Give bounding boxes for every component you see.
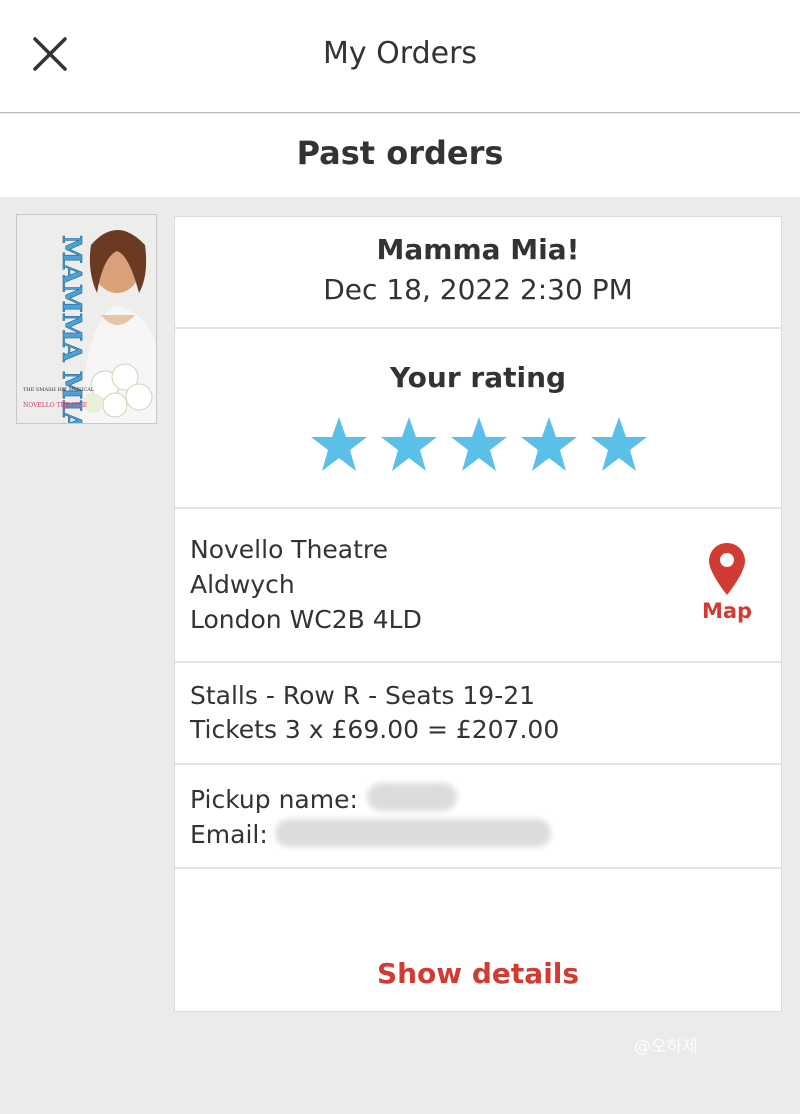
venue-name: Novello Theatre: [190, 535, 389, 564]
poster-subtitle: THE SMASH HIT MUSICAL: [23, 387, 95, 393]
section-title: Past orders: [296, 134, 504, 172]
show-info-section: Mamma Mia! Dec 18, 2022 2:30 PM: [175, 217, 781, 329]
redacted-email: [275, 819, 551, 847]
star-rating[interactable]: [309, 415, 649, 475]
venue-city: London WC2B 4LD: [190, 605, 422, 634]
order-card: Mamma Mia! Dec 18, 2022 2:30 PM Your rat…: [174, 216, 782, 1012]
top-bar: My Orders: [0, 0, 800, 113]
map-pin-icon: [709, 543, 745, 595]
venue-section: Novello Theatre Aldwych London WC2B 4LD …: [175, 509, 781, 663]
redacted-pickup-name: [367, 783, 457, 811]
star-icon[interactable]: [309, 415, 369, 475]
venue-street: Aldwych: [190, 570, 295, 599]
star-icon[interactable]: [449, 415, 509, 475]
show-name: Mamma Mia!: [376, 233, 580, 266]
show-details-button[interactable]: Show details: [175, 957, 781, 990]
star-icon[interactable]: [519, 415, 579, 475]
pickup-name-label: Pickup name:: [190, 785, 358, 814]
ticket-price: Tickets 3 x £69.00 = £207.00: [190, 715, 560, 744]
map-button[interactable]: Map: [695, 543, 759, 633]
section-header: Past orders: [0, 114, 800, 197]
rating-section: Your rating: [175, 329, 781, 509]
seats-section: Stalls - Row R - Seats 19-21 Tickets 3 x…: [175, 663, 781, 765]
star-icon[interactable]: [379, 415, 439, 475]
poster-theatre: NOVELLO THEATRE: [23, 402, 87, 409]
watermark: @오하제: [634, 1037, 698, 1057]
poster-title: MAMMA MIA!: [56, 235, 86, 423]
contact-section: Pickup name: Email:: [175, 765, 781, 869]
rating-label: Your rating: [389, 361, 567, 394]
seat-info: Stalls - Row R - Seats 19-21: [190, 681, 536, 710]
map-label: Map: [701, 599, 753, 623]
page-title: My Orders: [322, 36, 478, 71]
star-icon[interactable]: [589, 415, 649, 475]
show-date-time: Dec 18, 2022 2:30 PM: [323, 273, 633, 306]
email-label: Email:: [190, 820, 268, 849]
show-poster-image[interactable]: MAMMA MIA! THE SMASH HIT MUSICAL NOVELLO…: [16, 214, 157, 424]
